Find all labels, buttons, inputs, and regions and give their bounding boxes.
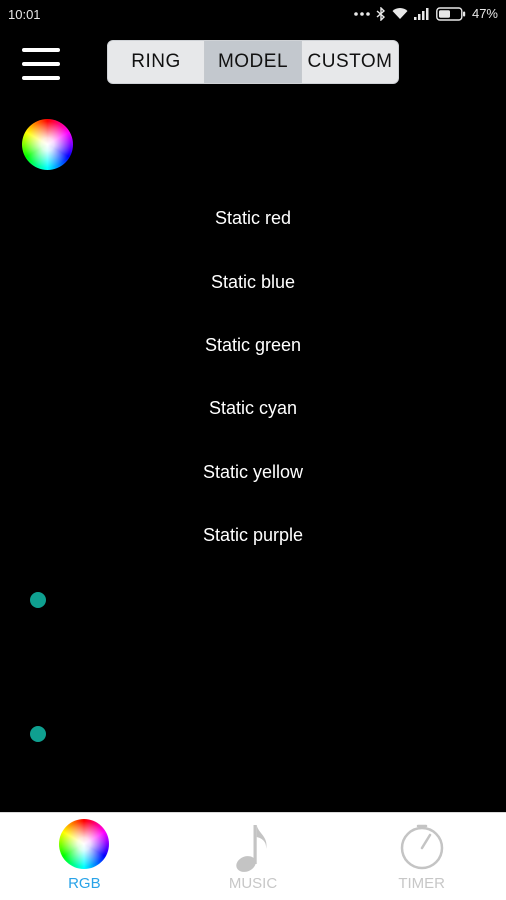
tab-custom[interactable]: CUSTOM <box>302 41 398 83</box>
status-bar: 10:01 47% <box>0 0 506 28</box>
tab-model[interactable]: MODEL <box>205 41 302 83</box>
nav-item-rgb[interactable]: RGB <box>0 813 169 900</box>
nav-item-timer[interactable]: TIMER <box>337 813 506 900</box>
mode-tabs: RING MODEL CUSTOM <box>107 40 399 84</box>
indicator-dot <box>30 726 46 742</box>
indicator-dot <box>30 592 46 608</box>
mode-item-static-green[interactable]: Static green <box>0 335 506 356</box>
menu-line <box>22 76 60 80</box>
bottom-nav: RGB MUSIC TIMER <box>0 812 506 900</box>
nav-label-timer: TIMER <box>398 875 446 892</box>
nav-label-music: MUSIC <box>228 875 278 892</box>
bluetooth-icon <box>376 6 385 21</box>
wifi-icon <box>392 7 408 19</box>
menu-line <box>22 62 60 66</box>
signal-icon <box>413 7 429 20</box>
status-icons: 47% <box>354 6 498 21</box>
status-time: 10:01 <box>8 7 41 22</box>
color-wheel-icon <box>59 819 110 869</box>
mode-item-static-yellow[interactable]: Static yellow <box>0 462 506 483</box>
music-note-icon <box>236 825 267 872</box>
battery-percent: 47% <box>471 6 498 21</box>
mode-item-static-cyan[interactable]: Static cyan <box>0 398 506 419</box>
timer-icon <box>400 824 443 870</box>
tab-ring[interactable]: RING <box>108 41 205 83</box>
battery-icon <box>436 6 466 21</box>
nav-item-music[interactable]: MUSIC <box>169 813 338 900</box>
nav-label-rgb: RGB <box>68 875 101 892</box>
hamburger-menu-icon[interactable] <box>22 48 60 80</box>
mode-item-static-blue[interactable]: Static blue <box>0 272 506 293</box>
color-wheel-icon[interactable] <box>22 119 73 170</box>
more-dots-icon <box>354 11 370 16</box>
menu-line <box>22 48 60 52</box>
mode-item-static-purple[interactable]: Static purple <box>0 525 506 546</box>
mode-item-static-red[interactable]: Static red <box>0 208 506 229</box>
